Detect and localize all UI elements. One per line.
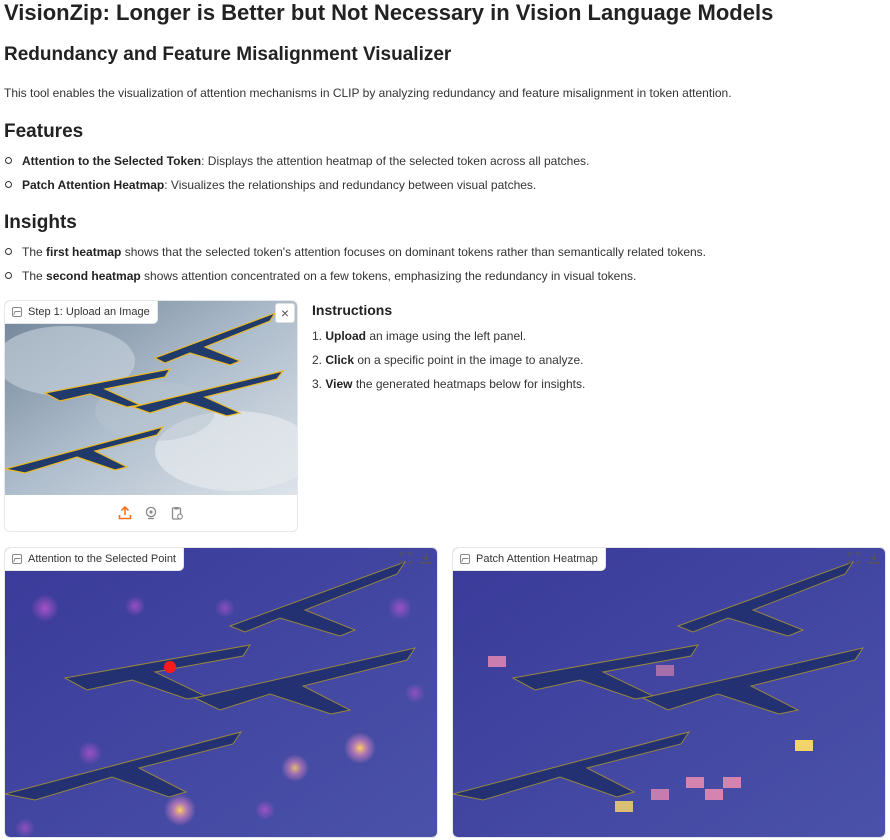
image-icon	[12, 307, 22, 317]
upload-panel-label: Step 1: Upload an Image	[5, 301, 158, 324]
page-subtitle: Redundancy and Feature Misalignment Visu…	[4, 44, 452, 65]
insights-heading: Insights	[4, 212, 77, 233]
upload-source-toolbar	[5, 495, 297, 531]
fullscreen-icon[interactable]	[399, 551, 413, 565]
instruction-step: 2. Click on a specific point in the imag…	[312, 353, 584, 367]
webcam-icon[interactable]	[143, 505, 159, 521]
selected-point-marker	[164, 661, 176, 673]
image-upload-panel[interactable]: Step 1: Upload an Image ×	[4, 300, 298, 532]
instructions-heading: Instructions	[312, 302, 393, 318]
image-icon	[12, 554, 22, 564]
output-panel-label: Patch Attention Heatmap	[453, 548, 606, 571]
attention-heatmap-image[interactable]	[5, 548, 437, 837]
clipboard-icon[interactable]	[169, 505, 185, 521]
features-heading: Features	[4, 121, 84, 142]
download-icon[interactable]	[419, 551, 433, 565]
list-item: The second heatmap shows attention conce…	[4, 268, 706, 292]
instruction-step: 3. View the generated heatmaps below for…	[312, 377, 586, 391]
image-icon	[460, 554, 470, 564]
features-list: Attention to the Selected Token: Display…	[4, 153, 589, 201]
list-item: Patch Attention Heatmap: Visualizes the …	[4, 177, 589, 201]
list-item: Attention to the Selected Token: Display…	[4, 153, 589, 177]
instructions-list: 1. Upload an image using the left panel.…	[312, 328, 585, 400]
patch-attention-heatmap-panel: Patch Attention Heatmap	[452, 547, 886, 838]
instruction-step: 1. Upload an image using the left panel.	[312, 329, 527, 343]
clear-image-button[interactable]: ×	[275, 303, 295, 323]
download-icon[interactable]	[867, 551, 881, 565]
patch-heatmap-image[interactable]	[453, 548, 885, 837]
attention-selected-point-panel: Attention to the Selected Point	[4, 547, 438, 838]
page-title: VisionZip: Longer is Better but Not Nece…	[4, 0, 774, 25]
page-description: This tool enables the visualization of a…	[4, 86, 732, 100]
list-item: The first heatmap shows that the selecte…	[4, 244, 706, 268]
upload-icon[interactable]	[117, 505, 133, 521]
uploaded-image[interactable]	[5, 301, 297, 495]
insights-list: The first heatmap shows that the selecte…	[4, 244, 706, 292]
output-panel-label: Attention to the Selected Point	[5, 548, 184, 571]
fullscreen-icon[interactable]	[847, 551, 861, 565]
